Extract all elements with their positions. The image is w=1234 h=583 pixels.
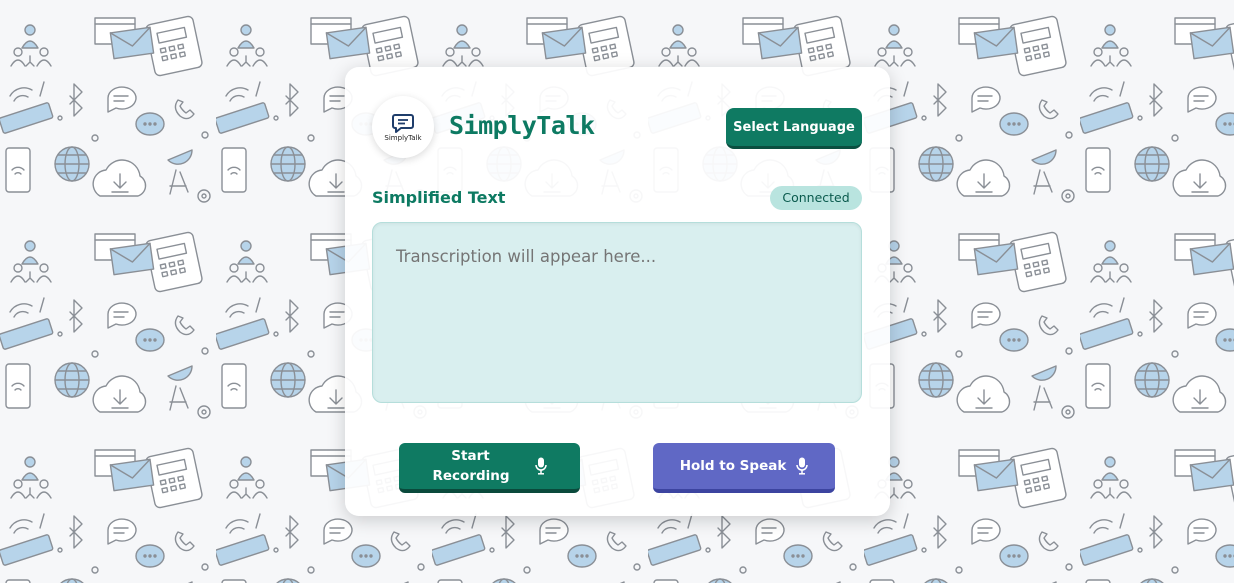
select-language-button[interactable]: Select Language	[726, 108, 862, 149]
transcription-area[interactable]	[372, 222, 862, 403]
status-badge: Connected	[770, 186, 862, 210]
start-recording-button[interactable]: Start Recording	[399, 443, 580, 493]
microphone-icon	[796, 457, 809, 475]
section-title: Simplified Text	[372, 188, 506, 207]
hold-to-speak-button[interactable]: Hold to Speak	[653, 443, 835, 493]
hold-to-speak-label: Hold to Speak	[679, 458, 787, 474]
microphone-icon	[534, 457, 547, 475]
chat-bubble-icon	[392, 113, 414, 133]
main-card: SimplyTalk SimplyTalk Select Language Si…	[345, 67, 890, 516]
logo-caption: SimplyTalk	[384, 133, 422, 142]
brand-title: SimplyTalk	[449, 111, 595, 140]
start-recording-label: Start Recording	[432, 448, 510, 484]
app-logo: SimplyTalk	[372, 96, 434, 158]
